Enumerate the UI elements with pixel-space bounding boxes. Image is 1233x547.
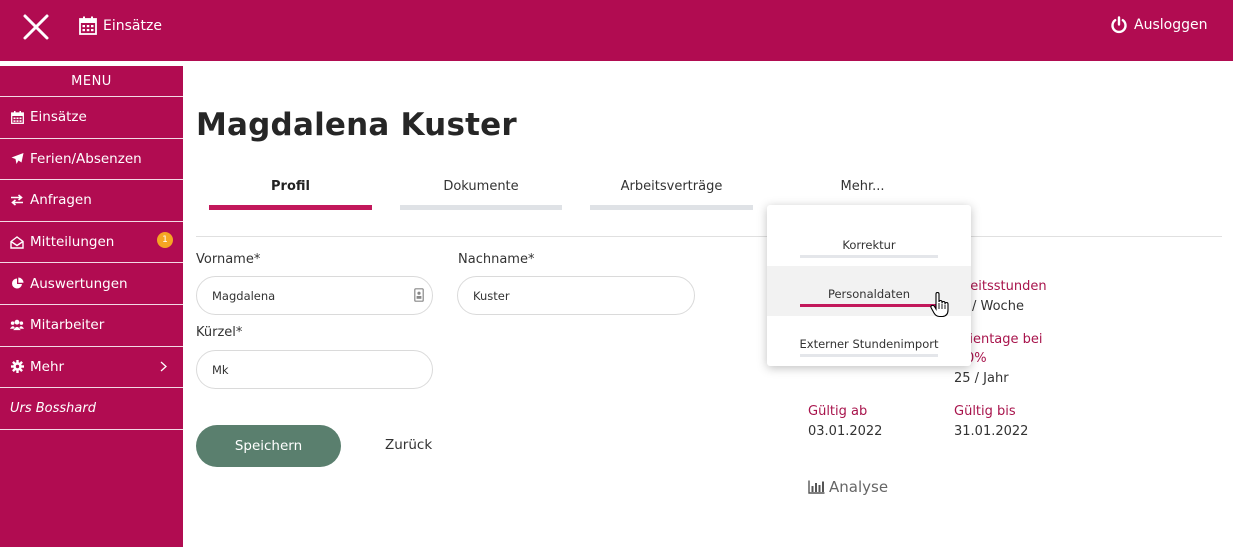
tab-indicator xyxy=(209,205,372,210)
tab-label: Mehr... xyxy=(840,179,885,194)
sidebar-item-label: Mehr xyxy=(30,358,65,375)
sidebar-item-label: Mitarbeiter xyxy=(30,317,105,334)
arbeitsstunden-label: beitsstunden xyxy=(962,279,1047,294)
tab-label: Dokumente xyxy=(443,179,519,194)
dropdown-item-label: Externer Stundenimport xyxy=(799,337,939,351)
sidebar-item-auswertungen[interactable]: Auswertungen xyxy=(0,263,183,305)
sidebar: MENU Einsätze Ferien/Absenzen Anfragen M… xyxy=(0,66,183,547)
top-einsaetze-link[interactable]: Einsätze xyxy=(79,16,162,35)
save-button[interactable]: Speichern xyxy=(196,425,341,467)
logout-button[interactable]: Ausloggen xyxy=(1110,16,1207,34)
sidebar-item-label: Mitteilungen xyxy=(30,234,115,251)
bar-chart-icon xyxy=(808,480,825,494)
sidebar-item-label: Einsätze xyxy=(30,109,87,126)
envelope-open-icon xyxy=(10,235,24,249)
menu-title: MENU xyxy=(0,66,183,97)
plane-icon xyxy=(10,152,24,166)
kuerzel-label: Kürzel* xyxy=(196,325,243,340)
dropdown-item-korrektur[interactable]: Korrektur xyxy=(767,217,971,267)
back-button[interactable]: Zurück xyxy=(385,437,432,453)
sidebar-item-mehr[interactable]: Mehr xyxy=(0,347,183,389)
tabs-divider xyxy=(196,236,1222,237)
gueltig-ab-label: Gültig ab xyxy=(808,404,868,419)
calendar-icon xyxy=(10,110,24,124)
tab-arbeitsvertraege[interactable]: Arbeitsverträge xyxy=(590,170,753,210)
vorname-label: Vorname* xyxy=(196,252,261,267)
nachname-label: Nachname* xyxy=(458,252,535,267)
pie-chart-icon xyxy=(10,277,24,291)
exchange-icon xyxy=(10,193,24,207)
chevron-right-icon xyxy=(160,361,167,372)
tab-indicator xyxy=(400,205,562,210)
sidebar-item-einsaetze[interactable]: Einsätze xyxy=(0,97,183,139)
contact-card-icon xyxy=(414,288,424,302)
dropdown-item-externer-stundenimport[interactable]: Externer Stundenimport xyxy=(767,316,971,366)
kuerzel-input[interactable] xyxy=(196,350,433,389)
dropdown-item-indicator xyxy=(800,255,938,258)
sidebar-item-mitteilungen[interactable]: Mitteilungen 1 xyxy=(0,222,183,264)
gueltig-ab-value: 03.01.2022 xyxy=(808,424,883,439)
page-title: Magdalena Kuster xyxy=(196,107,517,143)
tab-mehr[interactable]: Mehr... xyxy=(781,170,944,210)
tab-dokumente[interactable]: Dokumente xyxy=(400,170,562,210)
gueltig-bis-value: 31.01.2022 xyxy=(954,424,1029,439)
top-bar: Einsätze Ausloggen xyxy=(0,0,1233,61)
sidebar-item-label: Anfragen xyxy=(30,192,92,209)
mehr-dropdown: Korrektur Personaldaten Externer Stunden… xyxy=(767,205,971,366)
top-einsaetze-label: Einsätze xyxy=(103,17,162,34)
sidebar-item-anfragen[interactable]: Anfragen xyxy=(0,180,183,222)
vorname-input[interactable] xyxy=(196,276,433,315)
arbeitsstunden-value: / Woche xyxy=(972,299,1024,314)
tab-indicator xyxy=(590,205,753,210)
nachname-input[interactable] xyxy=(457,276,695,315)
analyse-label: Analyse xyxy=(829,478,889,496)
analyse-link[interactable]: Analyse xyxy=(808,478,888,496)
dropdown-item-indicator xyxy=(800,304,938,307)
ferientage-value: 25 / Jahr xyxy=(954,371,1009,386)
dropdown-item-label: Korrektur xyxy=(842,238,896,252)
close-icon[interactable] xyxy=(22,13,50,41)
gueltig-bis-label: Gültig bis xyxy=(954,404,1016,419)
users-icon xyxy=(10,318,24,332)
notification-badge: 1 xyxy=(157,231,173,248)
hand-cursor-icon xyxy=(930,292,949,318)
sidebar-user-name: Urs Bosshard xyxy=(10,400,96,416)
calendar-icon xyxy=(79,16,97,35)
tab-profil[interactable]: Profil xyxy=(209,170,372,210)
tab-label: Arbeitsverträge xyxy=(620,179,723,194)
ferientage-label: rientage bei xyxy=(964,332,1043,347)
gear-icon xyxy=(10,360,24,374)
tab-label: Profil xyxy=(271,179,310,194)
sidebar-item-label: Ferien/Absenzen xyxy=(30,150,142,167)
logout-label: Ausloggen xyxy=(1134,17,1208,33)
power-icon xyxy=(1111,16,1127,34)
sidebar-user[interactable]: Urs Bosshard xyxy=(0,388,183,430)
sidebar-item-label: Auswertungen xyxy=(30,275,128,292)
sidebar-item-mitarbeiter[interactable]: Mitarbeiter xyxy=(0,305,183,347)
dropdown-item-indicator xyxy=(800,354,938,357)
sidebar-item-ferien-absenzen[interactable]: Ferien/Absenzen xyxy=(0,139,183,181)
